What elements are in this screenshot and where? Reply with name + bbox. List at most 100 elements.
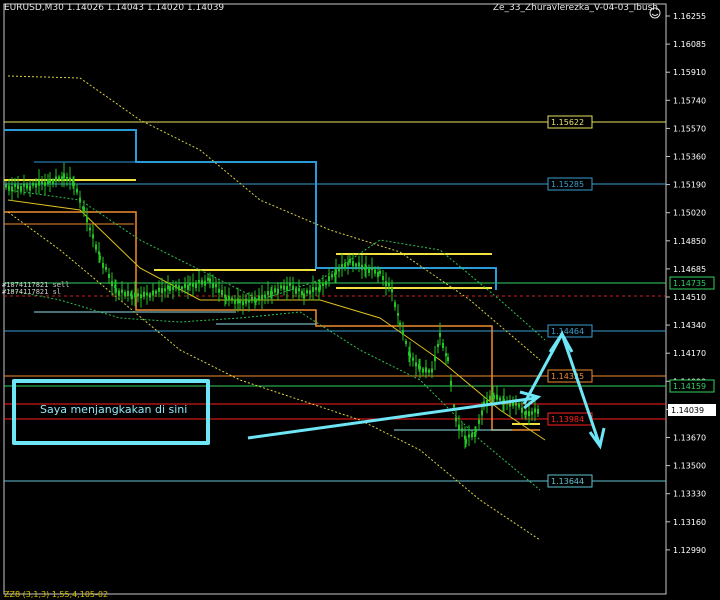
chart-window[interactable]: 1.16255 1.16085 1.15910 1.15740 1.15570 1.153…: [0, 0, 720, 600]
price-tick-label: 1.14340: [673, 321, 706, 330]
candle-body: [52, 179, 54, 184]
candle-body: [349, 258, 351, 263]
candle-body: [17, 185, 19, 189]
candle-body: [455, 417, 457, 422]
candle-body: [5, 184, 7, 188]
candle-body: [478, 419, 480, 424]
candle-body: [531, 411, 533, 415]
candle-body: [374, 269, 376, 274]
candle-body: [209, 278, 211, 283]
plot-frame: [3, 3, 667, 595]
price-chart[interactable]: 1.16255 1.16085 1.15910 1.15740 1.15570 1.153…: [0, 0, 720, 600]
candle-body: [379, 270, 381, 274]
candle-body: [195, 283, 197, 289]
candle-body: [35, 183, 37, 188]
symbol-title: EURUSD,M30 1.14026 1.14043 1.14020 1.140…: [4, 3, 225, 13]
candle-body: [89, 227, 91, 231]
price-tick-label: 1.14685: [673, 265, 706, 274]
candle-body: [338, 268, 340, 272]
candle-body: [341, 264, 343, 269]
candle-body: [465, 438, 467, 444]
candle-body: [11, 186, 13, 192]
candle-body: [143, 291, 145, 297]
candle-body: [234, 299, 236, 304]
candle-body: [32, 182, 34, 186]
candle-body: [453, 404, 455, 408]
annotation-text: Saya menjangkakan di sini: [40, 403, 188, 416]
current-price-label: 1.14039: [671, 406, 704, 415]
candle-body: [319, 284, 321, 290]
candle-body: [261, 295, 263, 300]
candle-body: [437, 343, 439, 347]
candle-body: [121, 289, 123, 293]
candle-body: [169, 286, 171, 291]
candle-body: [41, 181, 43, 185]
candle-body: [267, 291, 269, 296]
level-label: 1.15622: [551, 118, 584, 127]
candle-body: [385, 281, 387, 287]
candle-body: [274, 288, 276, 293]
candle-body: [468, 434, 470, 438]
candle-body: [146, 292, 148, 296]
candle-body: [102, 262, 104, 268]
candle-body: [73, 182, 75, 186]
candle-body: [409, 352, 411, 358]
candle-body: [105, 266, 107, 270]
candle-body: [47, 179, 49, 185]
candle-body: [368, 267, 370, 273]
price-tick-label: 1.15020: [673, 209, 706, 218]
order-label-sl: #1874117821 sl: [2, 288, 62, 296]
candle-body: [231, 297, 233, 301]
candle-body: [493, 394, 495, 399]
candle-body: [127, 291, 129, 296]
candle-body: [461, 428, 463, 432]
candle-body: [365, 265, 367, 270]
candle-body: [422, 368, 424, 373]
candle-body: [306, 290, 308, 294]
price-tick-label: 1.14170: [673, 349, 706, 358]
candle-body: [251, 297, 253, 301]
candle-body: [277, 288, 279, 294]
candle-body: [475, 429, 477, 433]
candle-body: [124, 291, 126, 296]
candle-body: [471, 433, 473, 438]
candle-body: [248, 299, 250, 303]
candle-body: [322, 283, 324, 286]
candle-body: [69, 177, 71, 182]
candle-body: [86, 217, 88, 223]
projection-zigzag: [522, 330, 602, 447]
candle-body: [237, 298, 239, 304]
zigzag-footer-label: ZZ8 (3,1,3) 1,55,4,105-02: [4, 590, 109, 599]
candle-body: [394, 302, 396, 308]
candle-body: [242, 301, 244, 306]
candle-body: [489, 395, 491, 401]
price-tick-label: 1.13500: [673, 462, 706, 471]
candle-body: [239, 300, 241, 304]
price-tick-label: 1.13670: [673, 434, 706, 443]
candle-body: [14, 184, 16, 188]
price-tick-label: 1.14510: [673, 293, 706, 302]
candle-body: [218, 288, 220, 293]
level-label: 1.14159: [673, 382, 706, 391]
candle-body: [58, 176, 60, 180]
price-tick-label: 1.16085: [673, 40, 706, 49]
price-tick-label: 1.14850: [673, 237, 706, 246]
candle-body: [425, 367, 427, 373]
candle-body: [155, 290, 157, 294]
candle-body: [292, 285, 294, 290]
candle-body: [458, 424, 460, 430]
candle-body: [245, 298, 247, 304]
candle-body: [255, 298, 257, 302]
candle-body: [192, 282, 194, 287]
candle-body: [161, 288, 163, 294]
candle-body: [131, 294, 133, 299]
candle-body: [221, 290, 223, 295]
candle-body: [152, 290, 154, 296]
candle-body: [534, 408, 536, 413]
candle-body: [399, 322, 401, 327]
candle-body: [225, 296, 227, 301]
candle-body: [137, 293, 139, 297]
candle-body: [189, 282, 191, 286]
price-tick-label: 1.12990: [673, 546, 706, 555]
candle-body: [521, 407, 523, 413]
